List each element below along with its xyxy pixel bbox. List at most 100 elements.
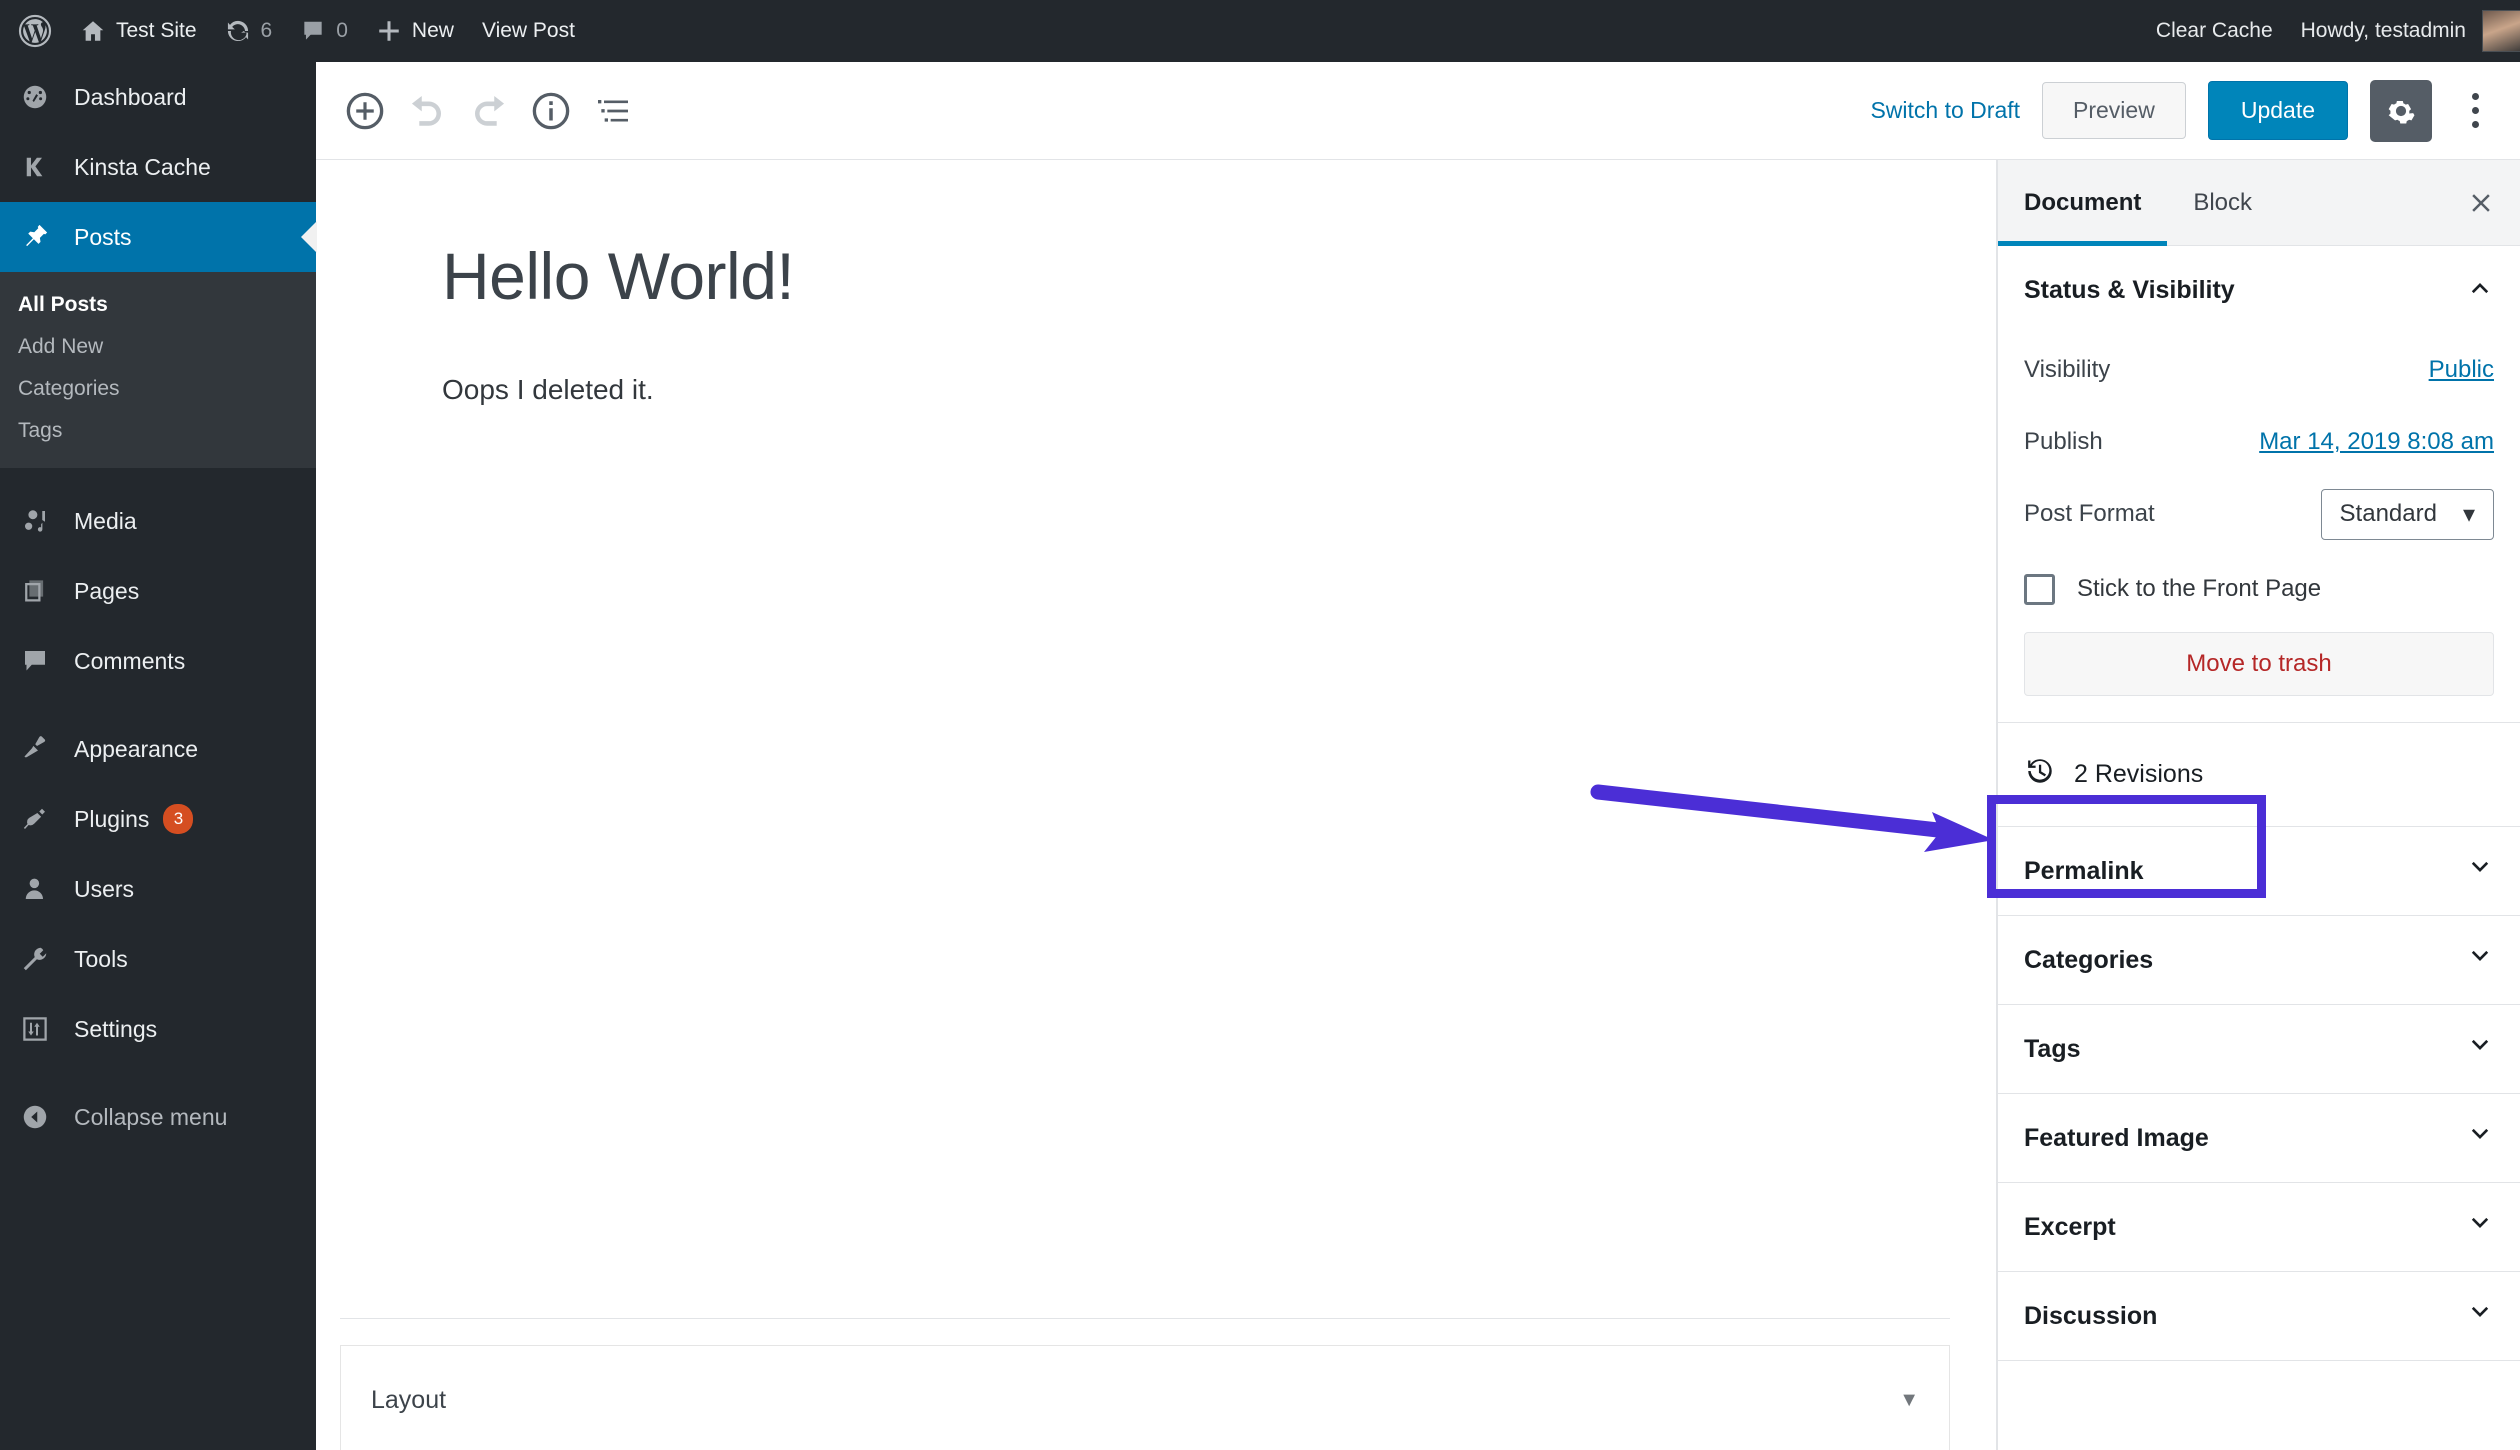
visibility-row: Visibility Public xyxy=(2024,334,2494,406)
panel-title: Excerpt xyxy=(2024,1212,2116,1241)
metabox-area: Layout ▼ xyxy=(340,1318,1950,1450)
close-sidebar-button[interactable] xyxy=(2442,160,2520,245)
undo-button[interactable] xyxy=(396,80,458,142)
sidebar-item-categories[interactable]: Categories xyxy=(0,368,316,410)
discussion-panel-header[interactable]: Discussion xyxy=(2024,1272,2494,1360)
tags-panel-header[interactable]: Tags xyxy=(2024,1005,2494,1093)
sidebar-item-settings[interactable]: Settings xyxy=(0,994,316,1064)
triangle-down-icon[interactable]: ▼ xyxy=(1899,1389,1919,1412)
tab-document[interactable]: Document xyxy=(1998,160,2168,246)
sidebar-item-label: Kinsta Cache xyxy=(74,153,211,180)
sidebar-item-users[interactable]: Users xyxy=(0,854,316,924)
sidebar-item-media[interactable]: Media xyxy=(0,486,316,556)
sidebar-item-label: Pages xyxy=(74,577,140,604)
wordpress-logo-button[interactable] xyxy=(0,0,66,62)
featured-image-panel: Featured Image xyxy=(1998,1094,2520,1183)
pin-icon xyxy=(18,220,52,254)
wordpress-logo-icon xyxy=(18,14,52,48)
collapse-menu-button[interactable]: Collapse menu xyxy=(0,1082,316,1152)
switch-to-draft-link[interactable]: Switch to Draft xyxy=(1870,97,2020,124)
status-visibility-body: Visibility Public Publish Mar 14, 2019 8… xyxy=(2024,334,2494,722)
sidebar-item-dashboard[interactable]: Dashboard xyxy=(0,62,316,132)
sidebar-item-tags[interactable]: Tags xyxy=(0,410,316,452)
excerpt-panel: Excerpt xyxy=(1998,1183,2520,1272)
sidebar-item-pages[interactable]: Pages xyxy=(0,556,316,626)
plus-icon xyxy=(379,21,399,41)
post-paragraph-block[interactable]: Oops I deleted it. xyxy=(316,314,1996,406)
metabox-title: Layout xyxy=(371,1386,447,1414)
clear-cache-button[interactable]: Clear Cache xyxy=(2138,0,2287,62)
visibility-label: Visibility xyxy=(2024,356,2111,383)
content-info-button[interactable] xyxy=(520,80,582,142)
editor-header-actions: Switch to Draft Preview Update xyxy=(1870,79,2496,142)
sidebar-item-tools[interactable]: Tools xyxy=(0,924,316,994)
collapse-arrow-icon xyxy=(18,1100,52,1134)
sidebar-item-comments[interactable]: Comments xyxy=(0,626,316,696)
panel-title: Discussion xyxy=(2024,1301,2158,1330)
block-navigation-button[interactable] xyxy=(582,80,644,142)
update-button[interactable]: Update xyxy=(2207,81,2348,140)
add-block-plus-icon xyxy=(346,92,384,129)
updates-icon xyxy=(227,20,248,42)
featured-image-panel-header[interactable]: Featured Image xyxy=(2024,1094,2494,1182)
dot xyxy=(2471,107,2479,114)
sticky-row[interactable]: Stick to the Front Page xyxy=(2024,550,2494,628)
publish-date-link[interactable]: Mar 14, 2019 8:08 am xyxy=(2259,428,2494,456)
tab-block[interactable]: Block xyxy=(2167,160,2278,245)
add-block-button[interactable] xyxy=(334,80,396,142)
publish-row: Publish Mar 14, 2019 8:08 am xyxy=(2024,406,2494,478)
chevron-down-icon xyxy=(2466,1210,2494,1245)
revisions-clock-icon xyxy=(2024,755,2056,794)
new-content-label: New xyxy=(411,19,454,42)
post-format-select[interactable]: Standard ▾ xyxy=(2320,488,2494,540)
settings-toggle-button[interactable] xyxy=(2370,79,2432,142)
sidebar-item-plugins[interactable]: Plugins 3 xyxy=(0,784,316,854)
user-icon xyxy=(18,872,52,906)
categories-panel-header[interactable]: Categories xyxy=(2024,916,2494,1004)
chevron-down-icon xyxy=(2466,1032,2494,1067)
avatar xyxy=(2482,10,2520,52)
menu-divider xyxy=(0,696,316,714)
redo-button[interactable] xyxy=(458,80,520,142)
settings-tabs: Document Block xyxy=(1998,160,2520,246)
revisions-row[interactable]: 2 Revisions xyxy=(1998,723,2520,827)
submenu-item-label: Categories xyxy=(18,377,120,400)
more-menu-button[interactable] xyxy=(2454,80,2496,142)
move-to-trash-button[interactable]: Move to trash xyxy=(2024,632,2494,696)
checkbox-unchecked-icon[interactable] xyxy=(2024,573,2055,605)
site-name-label: Test Site xyxy=(116,19,197,42)
layout-metabox[interactable]: Layout ▼ xyxy=(340,1345,1950,1450)
collapse-menu-label: Collapse menu xyxy=(74,1103,228,1130)
info-circle-icon xyxy=(532,92,570,129)
view-post-label: View Post xyxy=(481,19,575,42)
site-name-button[interactable]: Test Site xyxy=(66,0,211,62)
home-icon xyxy=(82,21,104,41)
howdy-label: Howdy, testadmin xyxy=(2300,19,2466,42)
view-post-button[interactable]: View Post xyxy=(468,0,589,62)
caret-down-icon: ▾ xyxy=(2462,500,2475,528)
account-menu[interactable]: Howdy, testadmin xyxy=(2287,0,2520,62)
status-visibility-header[interactable]: Status & Visibility xyxy=(2024,246,2494,334)
block-list-icon xyxy=(598,99,628,122)
kinsta-k-icon xyxy=(18,150,52,184)
admin-bar-right: Clear Cache Howdy, testadmin xyxy=(2138,0,2520,62)
sidebar-item-add-new[interactable]: Add New xyxy=(0,326,316,368)
sidebar-item-all-posts[interactable]: All Posts xyxy=(0,284,316,326)
updates-count: 6 xyxy=(260,19,273,42)
editor-canvas: Hello World! Oops I deleted it. Layout ▼ xyxy=(316,160,1997,1450)
permalink-panel-header[interactable]: Permalink xyxy=(2024,827,2494,915)
new-content-button[interactable]: New xyxy=(362,0,468,62)
excerpt-panel-header[interactable]: Excerpt xyxy=(2024,1183,2494,1271)
dot xyxy=(2471,121,2479,128)
plugins-update-badge: 3 xyxy=(163,804,194,834)
post-title-field[interactable]: Hello World! xyxy=(316,160,1996,314)
post-format-label: Post Format xyxy=(2024,500,2155,527)
sidebar-item-appearance[interactable]: Appearance xyxy=(0,714,316,784)
updates-button[interactable]: 6 xyxy=(211,0,287,62)
preview-button[interactable]: Preview xyxy=(2042,82,2186,139)
visibility-value-link[interactable]: Public xyxy=(2429,356,2494,384)
sidebar-item-posts[interactable]: Posts xyxy=(0,202,316,272)
sidebar-item-kinsta-cache[interactable]: Kinsta Cache xyxy=(0,132,316,202)
comments-button[interactable]: 0 xyxy=(286,0,362,62)
gear-icon xyxy=(2388,100,2415,123)
